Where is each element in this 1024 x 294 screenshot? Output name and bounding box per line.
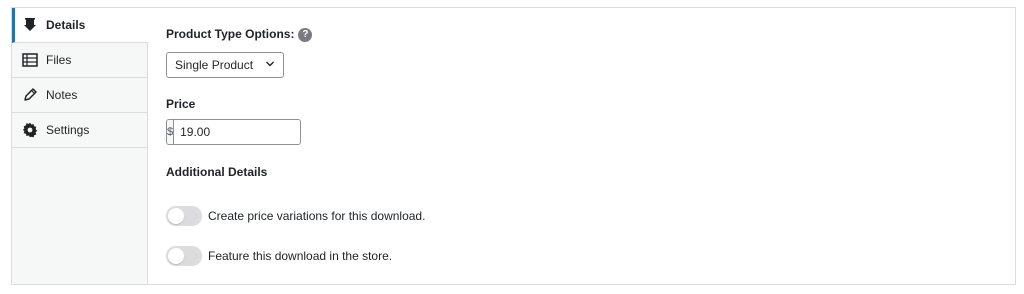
download-icon: [22, 17, 38, 33]
price-label: Price: [166, 97, 196, 111]
price-input[interactable]: [174, 120, 300, 144]
toggle-knob: [168, 248, 184, 264]
price-field: $: [166, 119, 301, 145]
tab-details[interactable]: Details: [12, 8, 148, 43]
toggle-row-variations: Create price variations for this downloa…: [166, 206, 425, 226]
product-type-select[interactable]: Single Product: [166, 52, 284, 78]
additional-details-heading: Additional Details: [166, 165, 268, 179]
chevron-down-icon: [265, 58, 275, 72]
variations-toggle[interactable]: [166, 206, 202, 226]
details-content: Product Type Options:? Single Product Pr…: [166, 8, 1015, 284]
feature-toggle[interactable]: [166, 246, 202, 266]
tab-notes-label: Notes: [46, 88, 78, 102]
tabs-sidebar: Details Files Notes Settings: [12, 8, 148, 284]
product-type-label-row: Product Type Options:?: [166, 27, 313, 42]
product-type-label: Product Type Options:: [166, 27, 295, 41]
download-details-panel: Details Files Notes Settings Product Typ…: [11, 7, 1016, 285]
tab-notes[interactable]: Notes: [12, 78, 147, 113]
variations-toggle-label: Create price variations for this downloa…: [208, 209, 426, 223]
gear-icon: [22, 122, 38, 138]
feature-toggle-label: Feature this download in the store.: [208, 249, 393, 263]
list-icon: [22, 52, 38, 68]
pencil-icon: [22, 87, 38, 103]
toggle-row-feature: Feature this download in the store.: [166, 246, 392, 266]
tab-files[interactable]: Files: [12, 43, 147, 78]
toggle-knob: [168, 208, 184, 224]
product-type-value: Single Product: [175, 58, 254, 72]
tab-settings-label: Settings: [46, 123, 90, 137]
tab-settings[interactable]: Settings: [12, 113, 147, 148]
tab-files-label: Files: [46, 53, 72, 67]
tab-details-label: Details: [46, 18, 86, 32]
currency-symbol: $: [167, 120, 175, 144]
help-icon[interactable]: ?: [298, 27, 313, 42]
